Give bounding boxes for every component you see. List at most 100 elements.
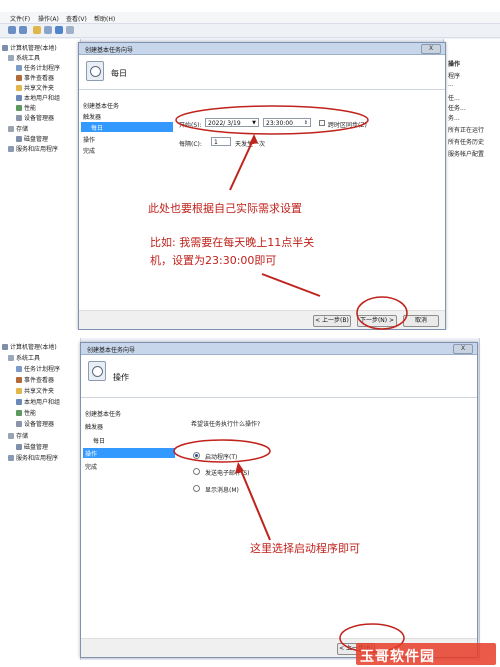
menu-bar: 文件(F) 操作(A) 查看(V) 帮助(H) — [0, 12, 500, 24]
wizard-steps: 创建基本任务 触发器 每日 操作 完成 — [81, 398, 177, 639]
chevron-down-icon: ▼ — [252, 120, 256, 126]
close-button[interactable]: X — [421, 44, 441, 54]
back-icon[interactable] — [8, 26, 16, 34]
disk-icon — [16, 444, 22, 450]
tree-storage[interactable]: 存储 — [8, 124, 28, 133]
action-item[interactable]: 任... — [448, 93, 460, 102]
annotation-text: 比如: 我需要在每天晚上11点半关 — [150, 236, 315, 249]
help-icon[interactable] — [55, 26, 63, 34]
watermark-logo: 玉哥软件园 — [356, 643, 496, 665]
step-finish[interactable]: 完成 — [83, 146, 95, 155]
send-email-label: 发送电子邮件(S) — [205, 470, 250, 477]
tree-shared-folders[interactable]: 共享文件夹 — [16, 386, 54, 395]
tree-root[interactable]: 计算机管理(本地) — [2, 342, 57, 351]
actions-pane — [479, 338, 500, 660]
actions-pane: 操作 程序 ... 任... 任务... 务... 所有正在运行 所有任务历史 … — [443, 39, 500, 330]
action-item[interactable]: 所有正在运行 — [448, 125, 484, 134]
task-clock-icon — [86, 61, 104, 81]
menu-action[interactable]: 操作(A) — [38, 14, 59, 23]
sync-timezone-checkbox[interactable] — [319, 120, 325, 126]
tools-icon — [8, 55, 14, 61]
back-button[interactable]: < 上一步(B) — [313, 315, 351, 327]
clock-icon — [16, 65, 22, 71]
wizard-page-title: 每日 — [111, 69, 127, 78]
menu-view[interactable]: 查看(V) — [66, 14, 87, 23]
action-item[interactable]: ... — [448, 81, 454, 88]
dialog-titlebar: 创建基本任务向导 X — [79, 43, 445, 55]
show-message-label: 显示消息(M) — [205, 487, 239, 494]
tools-icon — [8, 355, 14, 361]
step-action[interactable]: 操作 — [83, 448, 175, 458]
tree-storage[interactable]: 存储 — [8, 431, 28, 440]
step-finish[interactable]: 完成 — [85, 462, 97, 471]
screenshot-top: 文件(F) 操作(A) 查看(V) 帮助(H) 计算机管理(本地) 系统工具 任… — [0, 12, 500, 330]
console-tree: 计算机管理(本地) 系统工具 任务计划程序 事件查看器 共享文件夹 本地用户和组… — [0, 338, 81, 660]
tree-disk-management[interactable]: 磁盘管理 — [16, 442, 48, 451]
actions-header: 操作 — [448, 61, 461, 68]
close-button[interactable]: X — [453, 344, 473, 354]
tree-device-manager[interactable]: 设备管理器 — [16, 113, 54, 122]
start-program-radio[interactable] — [193, 452, 200, 459]
tree-event-viewer[interactable]: 事件查看器 — [16, 73, 54, 82]
folder-icon[interactable] — [33, 26, 41, 34]
computer-icon — [2, 344, 8, 350]
tree-event-viewer[interactable]: 事件查看器 — [16, 375, 54, 384]
next-button[interactable]: 下一步(N) > — [357, 315, 397, 327]
task-wizard-dialog: 创建基本任务向导 X 操作 创建基本任务 触发器 每日 操作 完成 希望该任务执… — [80, 342, 478, 658]
cancel-button[interactable]: 取消 — [403, 315, 439, 327]
tree-performance[interactable]: 性能 — [16, 408, 36, 417]
step-create-task[interactable]: 创建基本任务 — [83, 101, 119, 110]
days-label: 天发生一次 — [235, 141, 266, 148]
device-icon — [16, 421, 22, 427]
send-email-radio[interactable] — [193, 468, 200, 475]
tree-local-users[interactable]: 本地用户和组 — [16, 93, 60, 102]
watermark-text: 玉哥软件园 — [360, 649, 435, 665]
annotation-text: 这里选择启动程序即可 — [250, 542, 360, 555]
computer-icon — [2, 45, 8, 51]
step-daily[interactable]: 每日 — [81, 122, 173, 132]
tree-device-manager[interactable]: 设备管理器 — [16, 419, 54, 428]
services-icon — [8, 146, 14, 152]
tree-performance[interactable]: 性能 — [16, 103, 36, 112]
dialog-title: 创建基本任务向导 — [85, 47, 134, 54]
tree-local-users[interactable]: 本地用户和组 — [16, 397, 60, 406]
menu-help[interactable]: 帮助(H) — [94, 14, 115, 23]
tree-services-apps[interactable]: 服务和应用程序 — [8, 144, 58, 153]
start-date-picker[interactable]: 2022/ 3/19 ▼ — [205, 118, 259, 127]
action-item[interactable]: 任务... — [448, 103, 466, 112]
tree-system-tools[interactable]: 系统工具 — [8, 53, 40, 62]
every-label: 每隔(C): — [179, 141, 202, 148]
tree-task-scheduler[interactable]: 任务计划程序 — [16, 364, 60, 373]
wizard-header: 每日 — [79, 55, 445, 90]
clock-icon — [16, 366, 22, 372]
properties-icon[interactable] — [44, 26, 52, 34]
tree-system-tools[interactable]: 系统工具 — [8, 353, 40, 362]
performance-icon — [16, 105, 22, 111]
menu-file[interactable]: 文件(F) — [10, 14, 30, 23]
step-trigger[interactable]: 触发器 — [83, 112, 101, 121]
action-item[interactable]: 程序 — [448, 71, 460, 80]
action-item[interactable]: 务... — [448, 113, 460, 122]
event-icon — [16, 377, 22, 383]
step-daily[interactable]: 每日 — [93, 436, 105, 445]
forward-icon[interactable] — [19, 26, 27, 34]
tree-shared-folders[interactable]: 共享文件夹 — [16, 83, 54, 92]
view-icon[interactable] — [66, 26, 74, 34]
action-item[interactable]: 服务帐户配置 — [448, 149, 484, 158]
show-message-radio[interactable] — [193, 485, 200, 492]
step-create-task[interactable]: 创建基本任务 — [85, 409, 121, 418]
tree-root[interactable]: 计算机管理(本地) — [2, 43, 57, 52]
users-icon — [16, 399, 22, 405]
every-days-field[interactable]: 1 — [211, 137, 231, 146]
storage-icon — [8, 126, 14, 132]
start-time-field[interactable]: 23:30:00 ⇕ — [263, 118, 311, 127]
annotation-text: 此处也要根据自己实际需求设置 — [148, 202, 302, 215]
step-action[interactable]: 操作 — [83, 135, 95, 144]
tree-disk-management[interactable]: 磁盘管理 — [16, 134, 48, 143]
action-item[interactable]: 所有任务历史 — [448, 137, 484, 146]
tree-services-apps[interactable]: 服务和应用程序 — [8, 453, 58, 462]
spinner-icon: ⇕ — [303, 120, 308, 126]
action-question: 希望该任务执行什么操作? — [191, 421, 261, 428]
step-trigger[interactable]: 触发器 — [85, 422, 103, 431]
tree-task-scheduler[interactable]: 任务计划程序 — [16, 63, 60, 72]
